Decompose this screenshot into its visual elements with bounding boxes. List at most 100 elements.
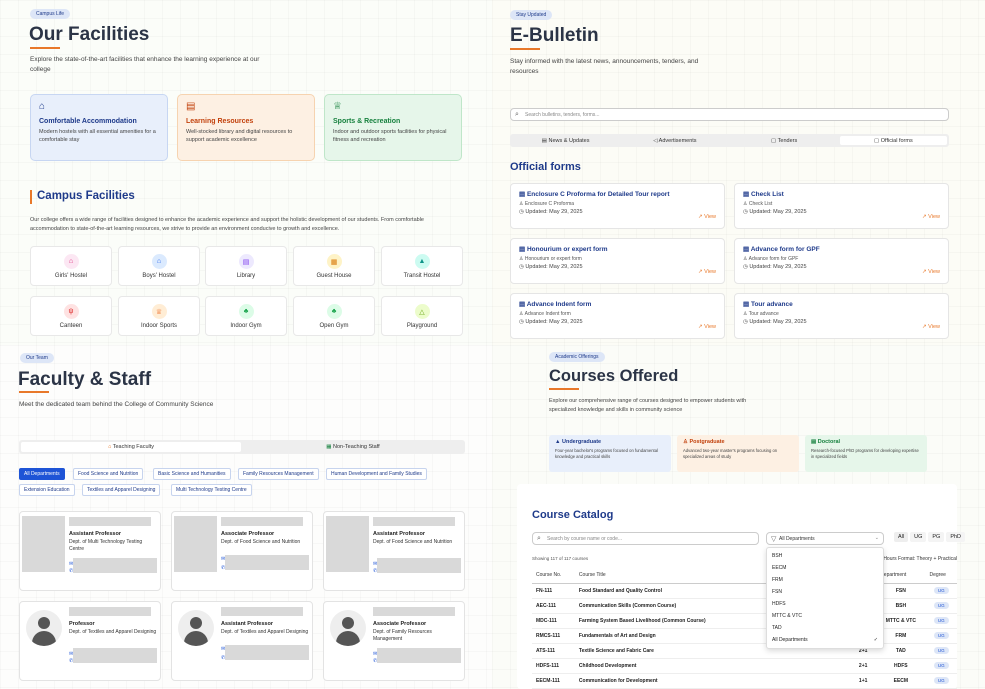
facility-item[interactable]: △ Playground (381, 296, 463, 336)
dropdown-option[interactable]: TAD (767, 622, 883, 634)
tab-non-teaching-staff[interactable]: ▦ Non-Teaching Staff (243, 442, 463, 452)
form-updated: ◷ Updated: May 29, 2025 (743, 319, 940, 325)
dropdown-option[interactable]: FSN (767, 586, 883, 598)
view-link[interactable]: ↗ View (922, 324, 940, 330)
form-sub-text: Check List (748, 201, 773, 207)
facility-item[interactable]: ⌂ Girls' Hostel (30, 246, 112, 286)
form-updated-text: Updated: May 29, 2025 (525, 209, 583, 215)
degree-filter-pg[interactable]: PG (928, 532, 945, 542)
dropdown-option[interactable]: MTTC & VTC (767, 610, 883, 622)
course-search-input[interactable]: ⌕ Search by course name or code... (532, 532, 759, 545)
dropdown-option[interactable]: BSH (767, 550, 883, 562)
facility-card-title: Comfortable Accommodation (39, 118, 137, 125)
facility-icon: ♣ (238, 304, 254, 319)
dropdown-option[interactable]: All Departments ✓ (767, 634, 883, 646)
level-card[interactable]: ▤ Doctoral Research-focused PhD programs … (805, 435, 927, 472)
dropdown-option[interactable]: EECM (767, 562, 883, 574)
form-updated-text: Updated: May 29, 2025 (525, 264, 583, 270)
degree-filter-ug[interactable]: UG (910, 532, 927, 542)
course-catalog: Course Catalog ⌕ Search by course name o… (517, 484, 966, 689)
form-card[interactable]: ▤ Advance Indent form ♙ Advance Indent fo… (510, 293, 725, 339)
staff-card[interactable]: Professor Dept. of Textiles and Apparel D… (19, 601, 161, 681)
level-title-text: Postgraduate (689, 439, 725, 445)
search-input[interactable]: ⌕ Search bulletins, tenders, forms... (510, 108, 949, 121)
facility-item[interactable]: ▲ Transit Hostel (381, 246, 463, 286)
department-chip[interactable]: Human Development and Family Studies (326, 468, 427, 480)
department-chip[interactable]: Basic Science and Humanities (153, 468, 231, 480)
form-card[interactable]: ▤ Enclosure C Proforma for Detailed Tour… (510, 183, 725, 229)
title-underline (510, 48, 540, 50)
tab-teaching-faculty[interactable]: ⌂ Teaching Faculty (21, 442, 241, 452)
column-header: Course No. (532, 568, 575, 584)
department-chip[interactable]: Multi Technology Testing Centre (171, 484, 252, 496)
form-card[interactable]: ▤ Honourium or expert form ♙ Honourium or… (510, 238, 725, 284)
form-sub: ♙ Tour advance (743, 311, 940, 317)
facility-item[interactable]: ♕ Indoor Sports (118, 296, 200, 336)
form-card[interactable]: ▤ Tour advance ♙ Tour advance ◷ Updated: M… (734, 293, 949, 339)
facility-card: ▤ Learning Resources Well-stocked library … (177, 94, 315, 161)
staff-name-redacted (373, 607, 455, 616)
staff-card[interactable]: Assistant Professor Dept. of Multi Techno… (19, 511, 161, 591)
facility-label: Playground (406, 323, 438, 329)
degree-badge: UG (933, 632, 949, 639)
table-row[interactable]: ATS-111 Textile Science and Fabric Care 2+… (532, 643, 957, 659)
department-chip[interactable]: Textiles and Apparel Designing (82, 484, 161, 496)
form-title[interactable]: ▤ Check List (743, 190, 940, 198)
dropdown-option[interactable]: HDFS (767, 598, 883, 610)
staff-card[interactable]: Assistant Professor Dept. of Textiles and… (171, 601, 313, 681)
form-title[interactable]: ▤ Advance Indent form (519, 300, 716, 308)
table-row[interactable]: AEC-111 Communication Skills (Common Cour… (532, 598, 957, 614)
view-link[interactable]: ↗ View (698, 269, 716, 275)
form-title-text: Tour advance (750, 301, 793, 308)
staff-card[interactable]: Associate Professor Dept. of Food Science… (171, 511, 313, 591)
form-card[interactable]: ▤ Check List ♙ Check List ◷ Updated: May 2… (734, 183, 949, 229)
table-row[interactable]: RMCS-111 Fundamentals of Art and Design FR… (532, 628, 957, 644)
facility-item[interactable]: ψ Canteen (30, 296, 112, 336)
department-chip[interactable]: All Departments (19, 468, 65, 480)
department-chip[interactable]: Extension Education (19, 484, 75, 496)
dropdown-option[interactable]: FRM (767, 574, 883, 586)
tab-label: Tenders (777, 138, 798, 144)
table-row[interactable]: HDFS-111 Childhood Development 2+1 HDFS UG (532, 658, 957, 674)
view-link[interactable]: ↗ View (698, 324, 716, 330)
title-underline (549, 388, 579, 390)
facility-item[interactable]: ♣ Indoor Gym (205, 296, 287, 336)
form-title[interactable]: ▤ Advance form for GPF (743, 245, 940, 253)
view-link[interactable]: ↗ View (922, 269, 940, 275)
view-link[interactable]: ↗ View (922, 214, 940, 220)
form-title[interactable]: ▤ Honourium or expert form (519, 245, 716, 253)
page-subtitle: Explore our comprehensive range of cours… (549, 398, 747, 413)
facility-label: Transit Hostel (403, 273, 441, 279)
department-chip[interactable]: Family Resources Management (238, 468, 319, 480)
staff-card[interactable]: Assistant Professor Dept. of Food Science… (323, 511, 465, 591)
staff-card[interactable]: Associate Professor Dept. of Family Resou… (323, 601, 465, 681)
level-card[interactable]: ▲ Undergraduate Four-year bachelor's prog… (549, 435, 671, 472)
staff-role: Associate Professor (221, 531, 275, 537)
department-chip[interactable]: Food Science and Nutrition (73, 468, 144, 480)
level-card[interactable]: ♙ Postgraduate Advanced two-year master's… (677, 435, 799, 472)
tab-news-updates[interactable]: ▤ News & Updates (512, 136, 619, 145)
degree-badge: UG (933, 587, 949, 594)
facility-item[interactable]: ⌂ Boys' Hostel (118, 246, 200, 286)
tab-advertisements[interactable]: ◁ Advertisements (621, 136, 728, 145)
degree-filter-phd[interactable]: PhD (946, 532, 966, 542)
degree-filter-all[interactable]: All (894, 532, 909, 542)
table-row[interactable]: MDC-111 Farming System Based Livelihood (… (532, 613, 957, 629)
form-title[interactable]: ▤ Enclosure C Proforma for Detailed Tour… (519, 190, 716, 198)
tab-official-forms[interactable]: ▢ Official forms (839, 136, 947, 145)
form-title[interactable]: ▤ Tour advance (743, 300, 940, 308)
level-icon: ▤ (811, 439, 818, 445)
department-filter[interactable]: ▽ All Departments ⌄ (766, 532, 884, 545)
form-card[interactable]: ▤ Advance form for GPF ♙ Advance form for… (734, 238, 949, 284)
facility-item[interactable]: ▤ Library (205, 246, 287, 286)
view-link[interactable]: ↗ View (698, 214, 716, 220)
table-row[interactable]: EECM-111 Communication for Development 1+1… (532, 673, 957, 689)
form-sub: ♙ Enclosure C Proforma (519, 201, 716, 207)
table-row[interactable]: FN-111 Food Standard and Quality Control F… (532, 583, 957, 599)
facility-item[interactable]: ▦ Guest House (293, 246, 375, 286)
facility-item[interactable]: ♣ Open Gym (293, 296, 375, 336)
view-label: View (704, 324, 716, 330)
campus-desc: Our college offers a wide range of facil… (30, 217, 424, 232)
course-no: FN-111 (532, 583, 575, 599)
tab-tenders[interactable]: ▢ Tenders (731, 136, 838, 145)
